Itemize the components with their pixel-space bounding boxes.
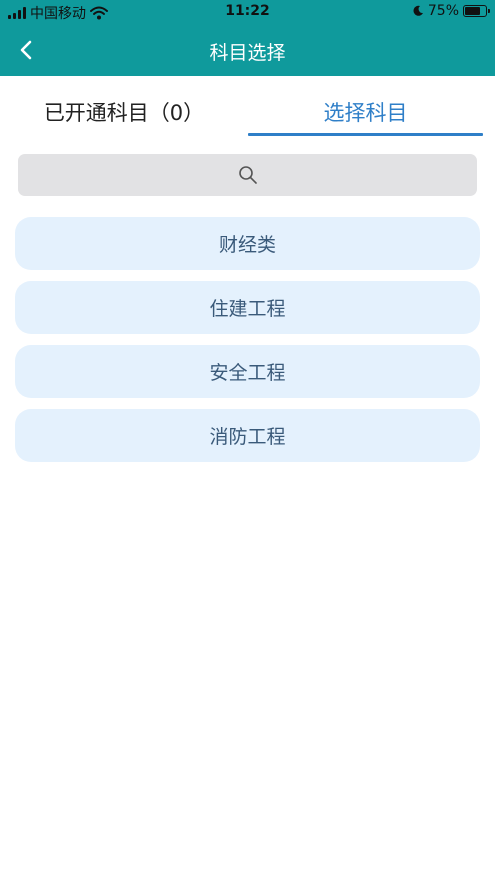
- subject-item-fire[interactable]: 消防工程: [15, 409, 480, 462]
- search-icon: [238, 166, 257, 184]
- battery-icon: [463, 5, 490, 17]
- search-input[interactable]: [18, 154, 477, 196]
- subject-list: 财经类 住建工程 安全工程 消防工程: [15, 217, 480, 473]
- subject-item-finance[interactable]: 财经类: [15, 217, 480, 270]
- tab-bar: 已开通科目（0） 选择科目: [0, 86, 495, 138]
- tab-opened-subjects[interactable]: 已开通科目（0）: [0, 86, 248, 138]
- status-bar: 中国移动 11:22 75%: [0, 0, 495, 24]
- moon-icon: [413, 5, 423, 16]
- active-tab-indicator: [248, 133, 483, 136]
- battery-fill: [465, 7, 480, 15]
- subject-item-safety[interactable]: 安全工程: [15, 345, 480, 398]
- tab-select-subject[interactable]: 选择科目: [248, 86, 483, 138]
- status-right: 75%: [412, 3, 490, 19]
- subject-item-construction[interactable]: 住建工程: [15, 281, 480, 334]
- nav-bar: 科目选择: [0, 24, 495, 76]
- battery-percent: 75%: [427, 3, 459, 19]
- page-title: 科目选择: [209, 42, 286, 64]
